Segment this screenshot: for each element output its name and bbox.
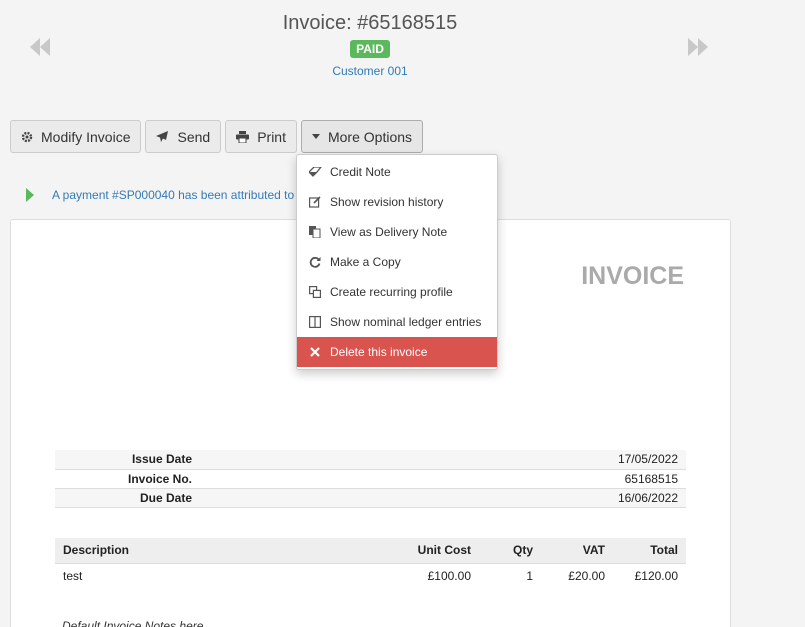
page-title: Invoice: #65168515 xyxy=(282,12,458,34)
payment-link[interactable]: A payment #SP000040 has been attributed … xyxy=(52,188,294,202)
send-label: Send xyxy=(177,128,211,145)
status-badge: PAID xyxy=(350,40,390,58)
line-description: test xyxy=(63,569,83,584)
table-row: test £100.00 1 £20.00 £120.00 xyxy=(55,563,686,589)
table-row: Due Date 16/06/2022 xyxy=(55,488,686,508)
table-row: Issue Date 17/05/2022 xyxy=(55,450,686,470)
column-header: Total xyxy=(613,538,686,564)
modify-invoice-label: Modify Invoice xyxy=(41,128,131,145)
invoice-lines-table: Description Unit Cost Qty VAT Total test… xyxy=(55,538,686,589)
meta-key: Issue Date xyxy=(55,450,200,470)
column-header: Qty xyxy=(479,538,541,564)
invoice-header: Invoice: #65168515 PAID Customer 001 xyxy=(0,10,740,78)
duplicate-icon xyxy=(308,285,322,299)
menu-item-label: Delete this invoice xyxy=(330,345,428,359)
line-unit-cost: £100.00 xyxy=(427,569,471,584)
menu-item-label: Show revision history xyxy=(330,195,444,209)
print-icon xyxy=(236,130,250,143)
meta-key: Invoice No. xyxy=(55,469,200,489)
table-row: Invoice No. 65168515 xyxy=(55,469,686,489)
column-header: Unit Cost xyxy=(379,538,479,564)
column-header: Description xyxy=(55,538,379,564)
send-icon xyxy=(156,130,169,142)
menu-item-label: View as Delivery Note xyxy=(330,225,448,239)
send-button[interactable]: Send xyxy=(145,120,222,153)
eraser-icon xyxy=(308,165,322,179)
meta-value: 65168515 xyxy=(200,469,686,489)
column-header: VAT xyxy=(541,538,613,564)
invoice-notes: Default Invoice Notes here xyxy=(62,619,204,627)
caret-right-icon xyxy=(26,188,34,202)
print-button[interactable]: Print xyxy=(225,120,297,153)
menu-item-credit-note[interactable]: Credit Note xyxy=(297,157,497,187)
menu-item-recurring-profile[interactable]: Create recurring profile xyxy=(297,277,497,307)
payment-notice: A payment #SP000040 has been attributed … xyxy=(26,188,294,202)
document-title: INVOICE xyxy=(581,262,684,290)
meta-value: 16/06/2022 xyxy=(200,488,686,508)
action-toolbar: Modify Invoice Send Print More Options xyxy=(10,120,427,153)
close-icon xyxy=(308,345,322,359)
menu-item-delivery-note[interactable]: View as Delivery Note xyxy=(297,217,497,247)
meta-key: Due Date xyxy=(55,488,200,508)
refresh-icon xyxy=(308,255,322,269)
line-vat: £20.00 xyxy=(568,569,605,584)
line-qty: 1 xyxy=(526,569,533,584)
table-header-row: Description Unit Cost Qty VAT Total xyxy=(55,538,686,564)
menu-item-make-copy[interactable]: Make a Copy xyxy=(297,247,497,277)
line-total: £120.00 xyxy=(634,569,678,584)
modify-invoice-button[interactable]: Modify Invoice xyxy=(10,120,142,153)
customer-link[interactable]: Customer 001 xyxy=(0,64,740,78)
menu-item-nominal-ledger[interactable]: Show nominal ledger entries xyxy=(297,307,497,337)
menu-item-label: Create recurring profile xyxy=(330,285,453,299)
more-options-button[interactable]: More Options xyxy=(300,120,424,153)
columns-icon xyxy=(308,315,322,329)
gear-icon xyxy=(21,131,33,142)
print-label: Print xyxy=(257,128,286,145)
meta-value: 17/05/2022 xyxy=(200,450,686,470)
caret-down-icon xyxy=(311,133,320,139)
more-options-label: More Options xyxy=(327,128,413,145)
menu-item-delete-invoice[interactable]: Delete this invoice xyxy=(297,337,497,367)
menu-item-label: Show nominal ledger entries xyxy=(330,315,482,329)
edit-icon xyxy=(308,195,322,209)
menu-item-revision-history[interactable]: Show revision history xyxy=(297,187,497,217)
menu-item-label: Make a Copy xyxy=(330,255,401,269)
copy-file-icon xyxy=(308,225,322,239)
more-options-menu: Credit Note Show revision history View a… xyxy=(296,154,498,370)
menu-item-label: Credit Note xyxy=(330,165,391,179)
invoice-meta-table: Issue Date 17/05/2022 Invoice No. 651685… xyxy=(55,450,686,508)
